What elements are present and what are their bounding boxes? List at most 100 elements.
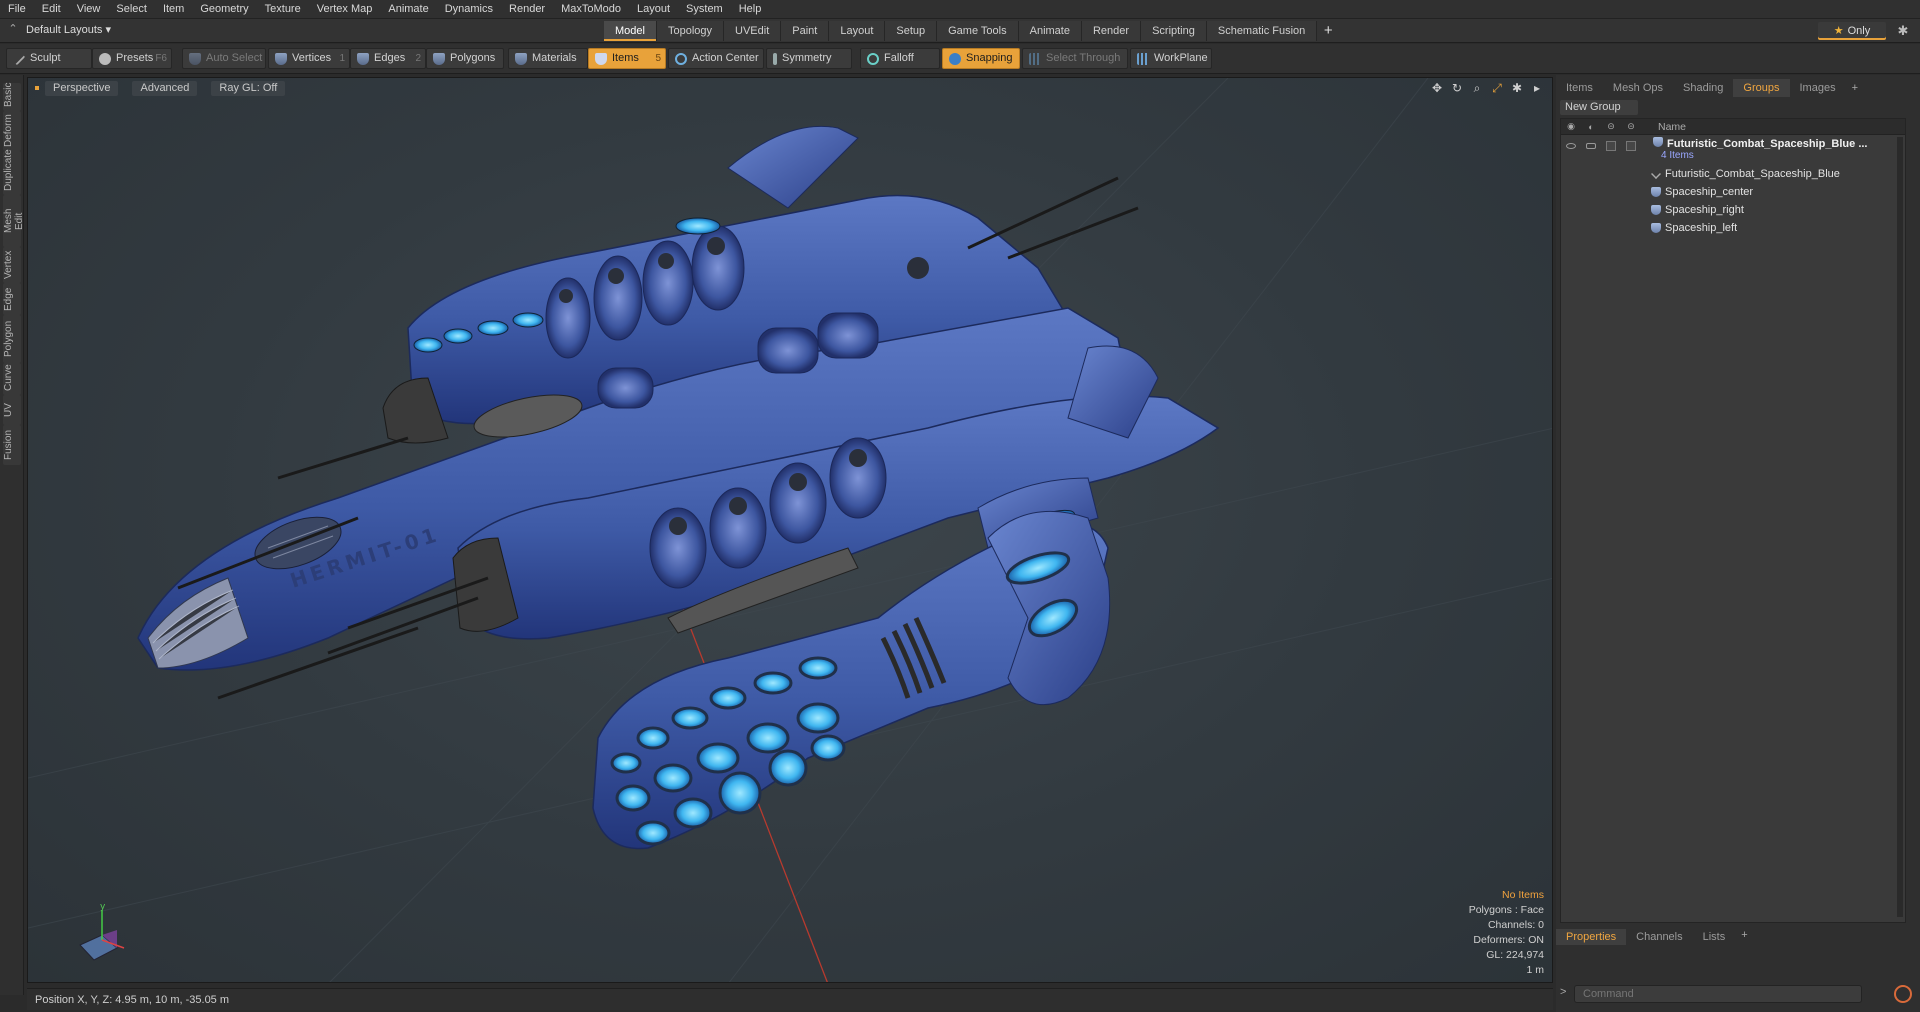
- vertices-button[interactable]: Vertices 1: [268, 48, 350, 69]
- visibility-toggle[interactable]: [1561, 137, 1581, 155]
- panel-tab-groups[interactable]: Groups: [1733, 79, 1790, 97]
- sculpt-button[interactable]: Sculpt: [6, 48, 92, 69]
- add-tab-icon[interactable]: +: [1317, 21, 1339, 41]
- menu-animate[interactable]: Animate: [380, 0, 436, 19]
- items-button[interactable]: Items 5: [588, 48, 666, 69]
- tab-render[interactable]: Render: [1081, 21, 1142, 41]
- menu-render[interactable]: Render: [501, 0, 553, 19]
- menu-geometry[interactable]: Geometry: [192, 0, 256, 19]
- tab-game-tools[interactable]: Game Tools: [937, 21, 1019, 41]
- group-child-row[interactable]: Spaceship_left: [1561, 219, 1905, 237]
- left-tab-basic[interactable]: Basic: [3, 83, 21, 111]
- panel-tab-mesh-ops[interactable]: Mesh Ops: [1603, 79, 1673, 97]
- lock-checkbox[interactable]: [1601, 137, 1621, 155]
- panel-tab-images[interactable]: Images: [1790, 79, 1846, 97]
- left-tab-vertex[interactable]: Vertex: [3, 247, 21, 283]
- menu-layout[interactable]: Layout: [629, 0, 678, 19]
- collapse-arrow-icon[interactable]: ⌃: [6, 22, 20, 36]
- menu-texture[interactable]: Texture: [257, 0, 309, 19]
- left-tab-polygon[interactable]: Polygon: [3, 315, 21, 363]
- tab-uvedit[interactable]: UVEdit: [724, 21, 782, 41]
- left-tab-curve[interactable]: Curve: [3, 363, 21, 395]
- panel-tab-lists[interactable]: Lists: [1693, 929, 1736, 945]
- rotate-icon[interactable]: ↻: [1450, 81, 1464, 95]
- visibility-column-icon[interactable]: ◉: [1561, 121, 1581, 132]
- menu-system[interactable]: System: [678, 0, 731, 19]
- raygl-button[interactable]: Ray GL: Off: [211, 80, 286, 96]
- polygons-button[interactable]: Polygons: [426, 48, 504, 69]
- new-group-button[interactable]: New Group: [1560, 100, 1638, 115]
- only-button[interactable]: ★ Only: [1818, 22, 1886, 40]
- tab-layout[interactable]: Layout: [829, 21, 886, 41]
- layout-tab-row: ⌃ Default Layouts ▾ Model Topology UVEdit P…: [0, 19, 1920, 43]
- gear-icon[interactable]: ✱: [1894, 22, 1912, 40]
- viewport-menu-dot[interactable]: [35, 86, 39, 90]
- menu-edit[interactable]: Edit: [34, 0, 69, 19]
- auto-select-button[interactable]: Auto Select: [182, 48, 266, 69]
- menu-dynamics[interactable]: Dynamics: [437, 0, 501, 19]
- viewport-settings-icon[interactable]: ✱: [1510, 81, 1524, 95]
- viewport-expand-icon[interactable]: ▸: [1530, 81, 1544, 95]
- groups-scrollbar[interactable]: [1897, 137, 1903, 917]
- falloff-button[interactable]: Falloff: [860, 48, 940, 69]
- presets-button[interactable]: Presets F6: [92, 48, 172, 69]
- record-icon[interactable]: [1894, 985, 1912, 1003]
- action-center-button[interactable]: Action Center: [668, 48, 764, 69]
- panel-tab-items[interactable]: Items: [1556, 79, 1603, 97]
- edges-button[interactable]: Edges 2: [350, 48, 426, 69]
- select-through-button[interactable]: Select Through: [1022, 48, 1128, 69]
- panel-tab-channels[interactable]: Channels: [1626, 929, 1692, 945]
- add-properties-tab-icon[interactable]: +: [1735, 929, 1753, 945]
- menu-file[interactable]: File: [0, 0, 34, 19]
- render-toggle[interactable]: [1581, 137, 1601, 155]
- materials-button[interactable]: Materials: [508, 48, 588, 69]
- symmetry-button[interactable]: Symmetry: [766, 48, 852, 69]
- left-tab-uv[interactable]: UV: [3, 395, 21, 425]
- menu-vertex-map[interactable]: Vertex Map: [309, 0, 381, 19]
- pan-icon[interactable]: ✥: [1430, 81, 1444, 95]
- presets-label: Presets: [116, 52, 154, 64]
- zoom-icon[interactable]: ⌕: [1470, 81, 1484, 95]
- left-tab-mesh-edit[interactable]: Mesh Edit: [3, 195, 25, 247]
- command-input[interactable]: [1574, 985, 1862, 1003]
- tab-model[interactable]: Model: [604, 21, 657, 41]
- menu-maxtomodo[interactable]: MaxToModo: [553, 0, 629, 19]
- menu-help[interactable]: Help: [731, 0, 770, 19]
- right-panel: Items Mesh Ops Shading Groups Images + New Gr…: [1556, 75, 1920, 1012]
- group-row[interactable]: Futuristic_Combat_Spaceship_Blue ... 4 I…: [1561, 135, 1905, 165]
- tab-paint[interactable]: Paint: [781, 21, 830, 41]
- menu-select[interactable]: Select: [108, 0, 155, 19]
- panel-tab-shading[interactable]: Shading: [1673, 79, 1733, 97]
- shading-mode-button[interactable]: Advanced: [132, 80, 198, 96]
- panel-tab-properties[interactable]: Properties: [1556, 929, 1627, 945]
- menu-item[interactable]: Item: [155, 0, 192, 19]
- view-type-button[interactable]: Perspective: [45, 80, 119, 96]
- tab-animate[interactable]: Animate: [1018, 21, 1082, 41]
- select-column-icon[interactable]: ⊝: [1621, 121, 1641, 132]
- render-column-icon[interactable]: ◐: [1581, 122, 1601, 132]
- layout-selector[interactable]: ⌃ Default Layouts ▾: [6, 22, 111, 36]
- tab-scripting[interactable]: Scripting: [1141, 21, 1207, 41]
- polygons-label: Polygons: [450, 52, 496, 64]
- left-tab-edge[interactable]: Edge: [3, 283, 21, 315]
- left-tab-deform[interactable]: Deform: [3, 111, 21, 151]
- 3d-viewport[interactable]: HERMIT-01 Perspective Advanced Ray GL: O…: [27, 77, 1553, 983]
- tab-setup[interactable]: Setup: [885, 21, 938, 41]
- lock-column-icon[interactable]: ⊝: [1601, 121, 1621, 132]
- fit-icon[interactable]: ⤢: [1490, 81, 1504, 95]
- group-child-row[interactable]: Spaceship_center: [1561, 183, 1905, 201]
- menu-view[interactable]: View: [69, 0, 109, 19]
- name-column-header[interactable]: Name: [1658, 121, 1686, 133]
- snapping-button[interactable]: Snapping: [942, 48, 1020, 69]
- mesh-icon: [1651, 205, 1661, 215]
- add-panel-tab-icon[interactable]: +: [1846, 82, 1864, 94]
- left-tab-duplicate[interactable]: Duplicate: [3, 149, 21, 195]
- tab-topology[interactable]: Topology: [656, 21, 725, 41]
- left-tab-fusion[interactable]: Fusion: [3, 425, 21, 465]
- select-checkbox[interactable]: [1621, 137, 1641, 155]
- tab-schematic-fusion[interactable]: Schematic Fusion: [1206, 21, 1318, 41]
- workplane-button[interactable]: WorkPlane: [1130, 48, 1212, 69]
- group-child-row[interactable]: Futuristic_Combat_Spaceship_Blue: [1561, 165, 1905, 183]
- eye-icon: [1566, 143, 1576, 149]
- group-child-row[interactable]: Spaceship_right: [1561, 201, 1905, 219]
